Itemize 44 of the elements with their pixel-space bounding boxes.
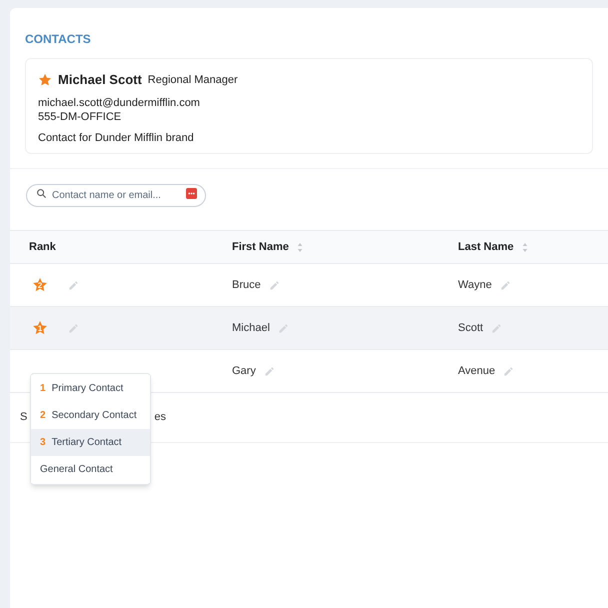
- table-cell-text: Bruce: [232, 278, 261, 293]
- sort-icon[interactable]: [296, 242, 303, 252]
- column-header[interactable]: First Name: [232, 238, 289, 256]
- search-field[interactable]: Contact name or email...: [26, 184, 206, 207]
- table-cell-text: Gary: [232, 364, 256, 379]
- search-icon: [36, 188, 47, 199]
- menu-label: Secondary Contact: [52, 409, 137, 423]
- pencil-icon[interactable]: [68, 280, 79, 290]
- contact-email: michael.scott@dundermifflin.com: [38, 96, 201, 110]
- rank-number: 1: [38, 324, 42, 332]
- pencil-icon[interactable]: [500, 280, 511, 290]
- column-header[interactable]: Last Name: [458, 238, 514, 256]
- pencil-icon[interactable]: [278, 322, 289, 334]
- table-cell-text: Michael: [232, 320, 270, 336]
- rank-number: 3: [40, 436, 46, 450]
- menu-item[interactable]: 1 Primary Contact: [31, 375, 150, 402]
- menu-item[interactable]: General Contact: [31, 456, 150, 483]
- table-row[interactable]: 1 Michael Scott: [10, 307, 608, 350]
- menu-label: Primary Contact: [52, 382, 124, 396]
- rank-number: 1: [40, 382, 46, 396]
- pencil-icon[interactable]: [264, 366, 275, 376]
- table-cell-text: Wayne: [458, 278, 492, 293]
- rank-number: 2: [40, 409, 46, 423]
- pencil-icon[interactable]: [68, 322, 79, 334]
- sort-icon[interactable]: [522, 242, 528, 252]
- pencil-icon[interactable]: [503, 366, 514, 376]
- pencil-icon[interactable]: [268, 280, 280, 290]
- menu-item[interactable]: 3 Tertiary Contact: [31, 429, 150, 456]
- footer-text: es: [154, 410, 166, 426]
- contact-name: Michael Scott: [58, 71, 142, 89]
- contact-phone: 555-DM-OFFICE: [38, 110, 122, 124]
- table-cell-text: Scott: [458, 320, 484, 336]
- footer-text: S: [20, 410, 28, 426]
- column-header: Rank: [29, 240, 56, 255]
- table-cell-text: Avenue: [458, 364, 496, 379]
- menu-label: General Contact: [40, 463, 113, 477]
- contact-role: Regional Manager: [148, 72, 238, 88]
- more-icon: [186, 188, 197, 199]
- section-title: CONTACTS: [25, 31, 92, 46]
- pencil-icon[interactable]: [491, 322, 502, 334]
- contact-note: Contact for Dunder Mifflin brand: [38, 130, 195, 144]
- rank-number: 2: [38, 282, 42, 290]
- menu-label: Tertiary Contact: [52, 436, 122, 450]
- menu-item[interactable]: 2 Secondary Contact: [31, 402, 150, 429]
